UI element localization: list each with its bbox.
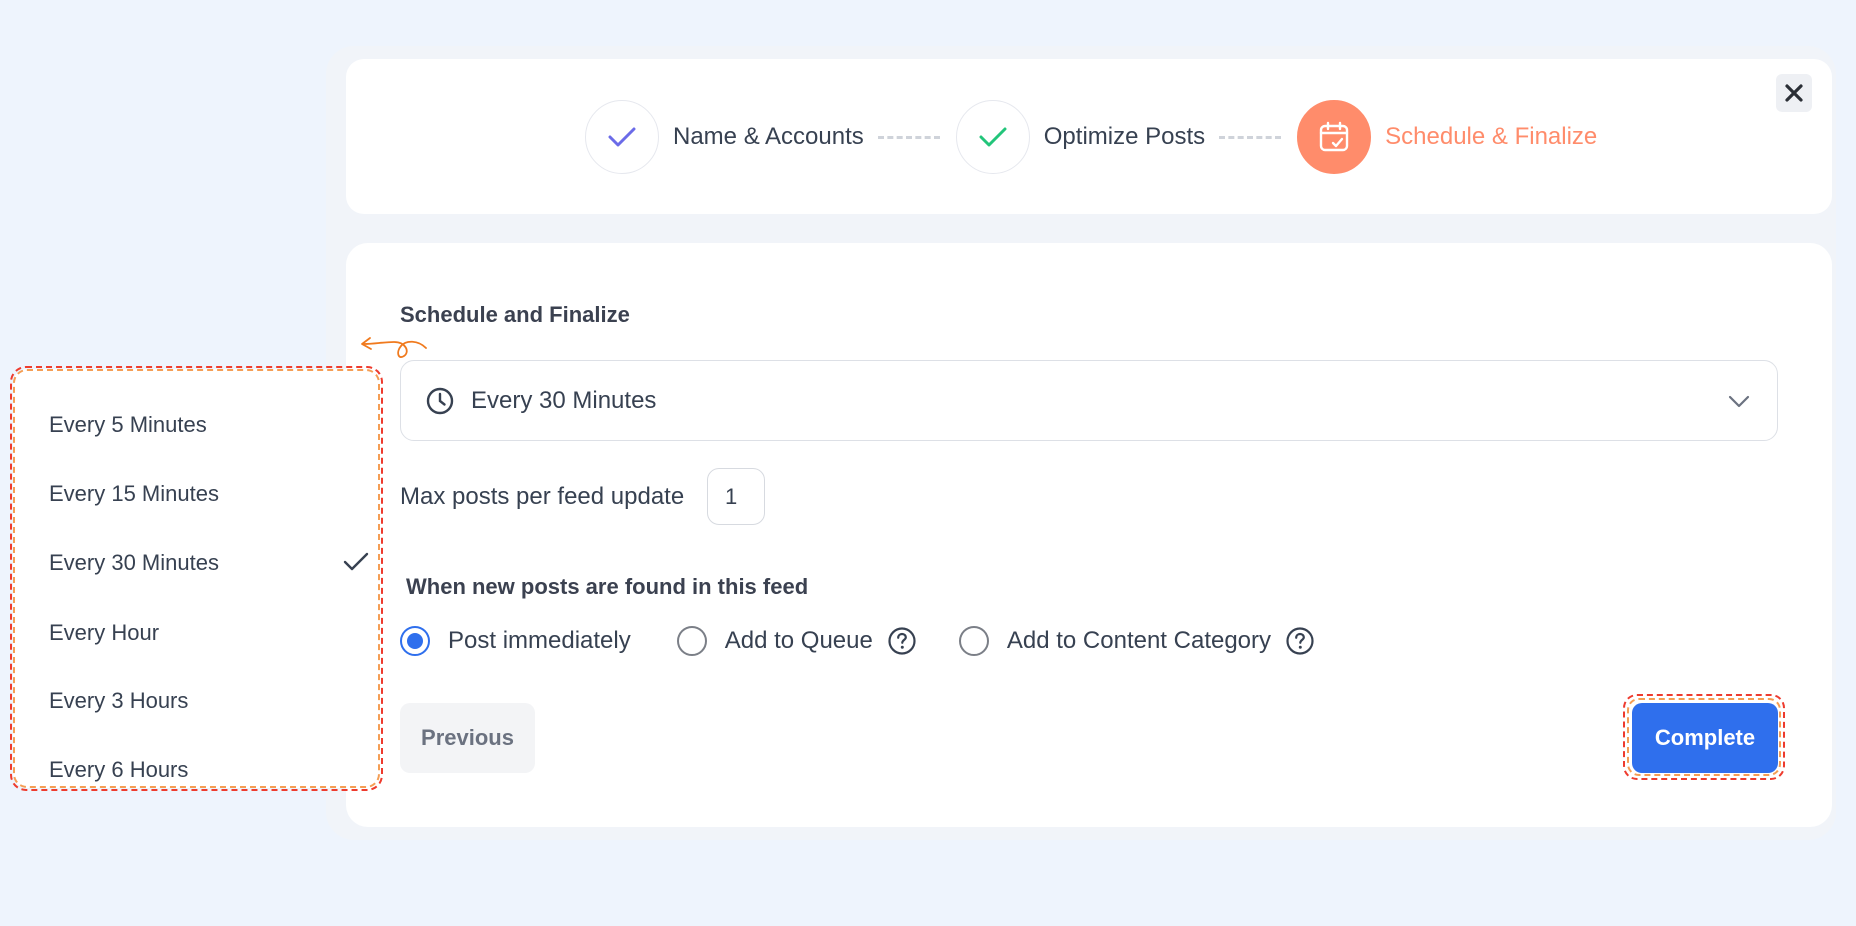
- calendar-check-icon: [1319, 121, 1349, 152]
- check-icon: [608, 127, 636, 147]
- step-connector: [1219, 135, 1282, 139]
- dropdown-option-every-6-hours[interactable]: Every 6 Hours: [49, 750, 369, 790]
- radio-label: Post immediately: [448, 627, 631, 654]
- step-2-indicator: [955, 100, 1030, 174]
- curly-arrow-decoration: [361, 337, 427, 358]
- schedule-card: [346, 243, 1832, 827]
- question-circle-icon[interactable]: [1285, 626, 1315, 656]
- frequency-select[interactable]: Every 30 Minutes: [400, 360, 1778, 441]
- dropdown-option-label: Every 5 Minutes: [49, 412, 207, 437]
- check-icon: [343, 552, 369, 571]
- radio-post-immediately[interactable]: Post immediately: [400, 626, 631, 656]
- clock-icon: [426, 387, 454, 414]
- radio-add-to-queue[interactable]: Add to Queue: [676, 626, 917, 656]
- dropdown-option-every-hour[interactable]: Every Hour: [49, 613, 369, 653]
- chevron-down-icon: [1728, 395, 1750, 408]
- dropdown-option-label: Every 15 Minutes: [49, 481, 219, 506]
- radio-button[interactable]: [676, 626, 707, 656]
- step-3-label: Schedule & Finalize: [1385, 123, 1598, 150]
- dropdown-option-label: Every 6 Hours: [49, 757, 189, 782]
- dropdown-option-every-3-hours[interactable]: Every 3 Hours: [49, 681, 369, 721]
- max-posts-label: Max posts per feed update: [400, 483, 685, 510]
- dropdown-option-label: Every Hour: [49, 620, 160, 645]
- radio-label: Add to Content Category: [1006, 627, 1272, 654]
- radio-button[interactable]: [958, 626, 989, 656]
- step-connector: [877, 135, 940, 139]
- check-icon: [979, 127, 1007, 147]
- post-action-radio-group: Post immediately Add to Queue Add to Con…: [400, 623, 1315, 659]
- step-1-indicator: [585, 100, 659, 174]
- step-3-indicator: [1297, 100, 1372, 174]
- dropdown-option-label: Every 30 Minutes: [49, 550, 219, 575]
- dropdown-option-label: Every 3 Hours: [49, 688, 189, 713]
- step-1-label: Name & Accounts: [673, 123, 864, 150]
- step-2-label: Optimize Posts: [1043, 123, 1206, 150]
- max-posts-input[interactable]: [707, 468, 765, 525]
- close-icon: [1785, 84, 1803, 102]
- dropdown-option-every-15-minutes[interactable]: Every 15 Minutes: [49, 474, 369, 514]
- when-new-posts-label: When new posts are found in this feed: [406, 574, 809, 599]
- dropdown-option-every-30-minutes[interactable]: Every 30 Minutes: [49, 543, 369, 583]
- radio-button[interactable]: [400, 626, 430, 656]
- previous-button[interactable]: Previous: [400, 703, 535, 773]
- section-title: Schedule and Finalize: [400, 302, 630, 327]
- close-button[interactable]: [1776, 74, 1812, 112]
- radio-add-to-content-category[interactable]: Add to Content Category: [958, 626, 1315, 656]
- question-circle-icon[interactable]: [887, 626, 917, 656]
- frequency-select-value: Every 30 Minutes: [471, 386, 657, 414]
- radio-label: Add to Queue: [724, 627, 873, 654]
- complete-button[interactable]: Complete: [1632, 703, 1778, 773]
- frequency-dropdown-menu: Every 5 Minutes Every 15 Minutes Every 3…: [13, 369, 380, 788]
- stepper: Name & Accounts Optimize Posts Schedule …: [585, 100, 1597, 174]
- dropdown-option-every-5-minutes[interactable]: Every 5 Minutes: [49, 405, 369, 445]
